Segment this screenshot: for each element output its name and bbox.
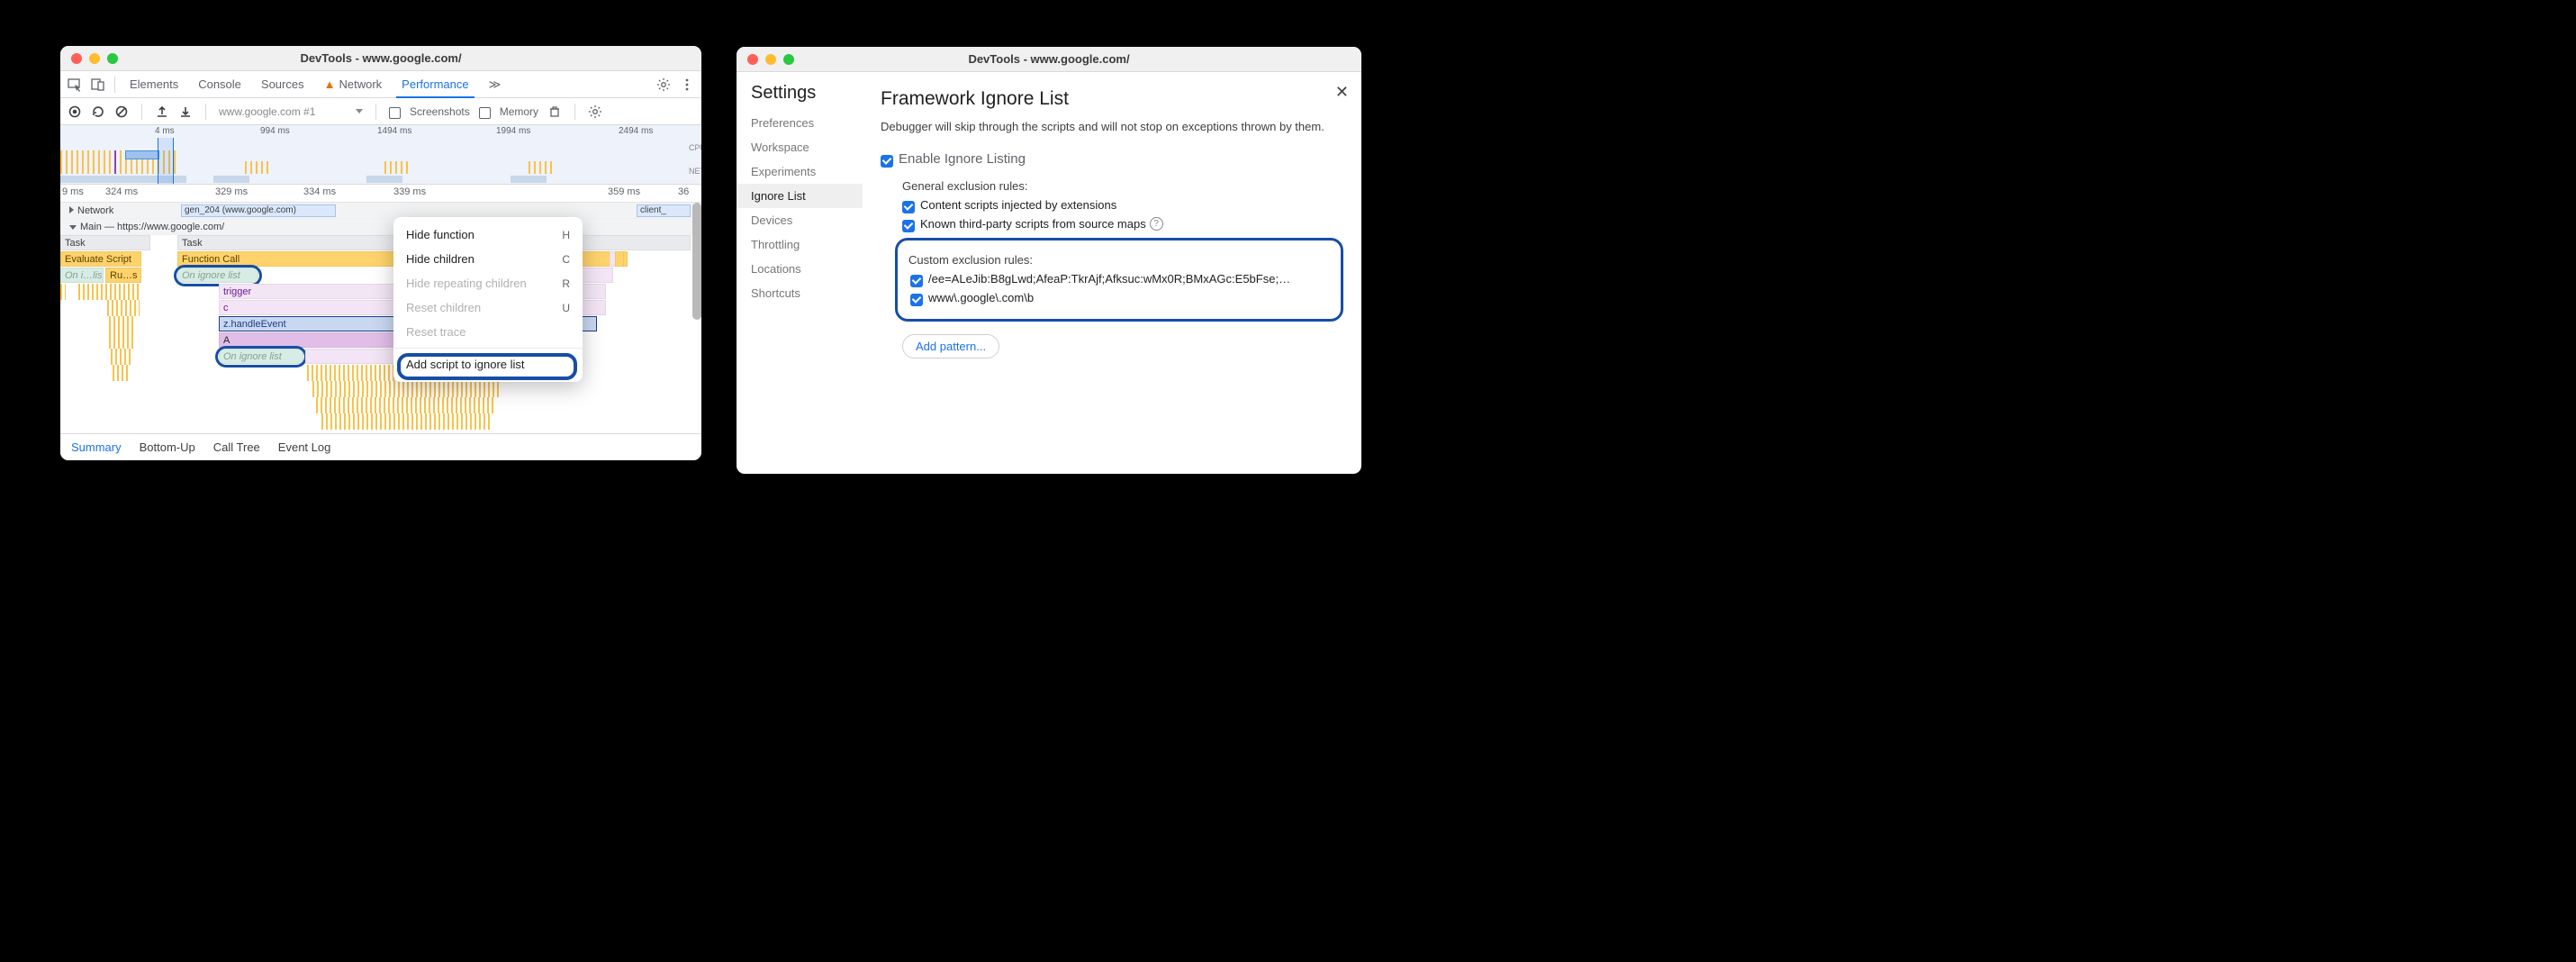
overview-tick: 1994 ms xyxy=(496,126,530,136)
chevron-down-icon xyxy=(356,109,363,113)
content-scripts-label: Content scripts injected by extensions xyxy=(920,198,1116,212)
device-toggle-icon[interactable] xyxy=(91,77,105,92)
tab-console[interactable]: Console xyxy=(193,72,247,96)
settings-heading: Framework Ignore List xyxy=(881,88,1343,110)
detail-ruler: 9 ms 324 ms 329 ms 334 ms 339 ms 359 ms … xyxy=(60,185,701,203)
gc-icon[interactable] xyxy=(547,104,562,119)
main-track-header[interactable]: Main — https://www.google.com/ xyxy=(60,219,701,235)
scrollbar-thumb[interactable] xyxy=(692,203,701,320)
capture-settings-gear-icon[interactable] xyxy=(588,104,602,119)
tab-overflow[interactable]: ≫ xyxy=(484,72,507,97)
custom-rule-2-checkbox[interactable] xyxy=(910,294,923,306)
bottom-tab-bottomup[interactable]: Bottom-Up xyxy=(140,440,195,454)
close-icon[interactable]: ✕ xyxy=(1335,83,1349,102)
flame-ignore[interactable]: On ignore list xyxy=(219,349,303,364)
add-pattern-button[interactable]: Add pattern... xyxy=(902,334,999,358)
download-icon[interactable] xyxy=(178,104,193,119)
memory-checkbox[interactable] xyxy=(479,107,491,119)
flame-ignore[interactable]: On i…list xyxy=(60,268,104,283)
kebab-icon[interactable] xyxy=(680,77,694,92)
third-party-checkbox[interactable] xyxy=(902,220,915,232)
gear-icon[interactable] xyxy=(656,77,671,92)
cm-reset-children: Reset childrenU xyxy=(393,295,583,320)
nav-shortcuts[interactable]: Shortcuts xyxy=(737,281,863,305)
screenshots-checkbox[interactable] xyxy=(389,107,401,119)
window-title: DevTools - www.google.com/ xyxy=(737,52,1361,66)
titlebar: DevTools - www.google.com/ xyxy=(60,46,701,71)
tab-network[interactable]: ▲Network xyxy=(319,72,388,96)
enable-ignore-label: Enable Ignore Listing xyxy=(899,151,1026,167)
inspect-icon[interactable] xyxy=(68,77,82,92)
performance-toolbar: www.google.com #1 Screenshots Memory xyxy=(60,98,701,125)
devtools-main-tabbar: Elements Console Sources ▲Network Perfor… xyxy=(60,71,701,98)
screenshots-label: Screenshots xyxy=(410,105,470,118)
overview-tick: 2494 ms xyxy=(619,126,653,136)
cm-hide-function[interactable]: Hide functionH xyxy=(393,222,583,247)
bottom-tab-summary[interactable]: Summary xyxy=(71,440,122,454)
cm-hide-children[interactable]: Hide childrenC xyxy=(393,247,583,271)
titlebar: DevTools - www.google.com/ xyxy=(737,47,1361,72)
overview-tick: 4 ms xyxy=(155,126,175,136)
network-entry[interactable]: gen_204 (www.google.com) xyxy=(181,204,336,217)
third-party-label: Known third-party scripts from source ma… xyxy=(920,217,1146,231)
nav-locations[interactable]: Locations xyxy=(737,257,863,281)
warning-icon: ▲ xyxy=(324,77,336,91)
nav-workspace[interactable]: Workspace xyxy=(737,135,863,159)
custom-rule-1-checkbox[interactable] xyxy=(910,275,923,287)
devtools-performance-window: DevTools - www.google.com/ Elements Cons… xyxy=(60,46,701,460)
tab-performance[interactable]: Performance xyxy=(396,72,474,98)
reload-icon[interactable] xyxy=(91,104,105,119)
cm-reset-trace: Reset trace xyxy=(393,320,583,344)
nav-ignore-list[interactable]: Ignore List xyxy=(737,184,863,208)
trace-selector[interactable]: www.google.com #1 xyxy=(219,105,363,118)
flame-ignore[interactable]: On ignore list xyxy=(177,268,258,283)
help-icon[interactable]: ? xyxy=(1150,217,1163,231)
tab-elements[interactable]: Elements xyxy=(124,72,184,96)
nav-devices[interactable]: Devices xyxy=(737,208,863,232)
cm-add-ignore[interactable]: Add script to ignore list xyxy=(393,352,583,377)
flame-task[interactable]: Task xyxy=(60,235,150,250)
net-lane-label: NET xyxy=(689,167,701,176)
devtools-settings-window: DevTools - www.google.com/ Settings Pref… xyxy=(737,47,1361,474)
flame-evaluate-script[interactable]: Evaluate Script xyxy=(60,251,141,267)
clear-icon[interactable] xyxy=(114,104,129,119)
flame-chart-area[interactable]: 9 ms 324 ms 329 ms 334 ms 339 ms 359 ms … xyxy=(60,185,701,460)
custom-rule-2-label: www\.google\.com\b xyxy=(928,291,1034,304)
overview-tick: 1494 ms xyxy=(377,126,411,136)
context-menu: Hide functionH Hide childrenC Hide repea… xyxy=(393,217,583,382)
custom-rule-1-label: /ee=ALeJib:B8gLwd;AfeaP:TkrAjf;Afksuc:wM… xyxy=(928,272,1290,286)
nav-experiments[interactable]: Experiments xyxy=(737,159,863,184)
enable-ignore-checkbox[interactable] xyxy=(881,155,893,168)
record-icon[interactable] xyxy=(68,104,82,119)
bottom-tab-eventlog[interactable]: Event Log xyxy=(278,440,331,454)
bottom-tab-calltree[interactable]: Call Tree xyxy=(213,440,260,454)
timeline-overview[interactable]: 4 ms 994 ms 1494 ms 1994 ms 2494 ms CPU … xyxy=(60,125,701,185)
performance-bottom-tabs: Summary Bottom-Up Call Tree Event Log xyxy=(60,433,701,460)
window-title: DevTools - www.google.com/ xyxy=(60,51,701,65)
cm-hide-repeating: Hide repeating childrenR xyxy=(393,271,583,295)
settings-description: Debugger will skip through the scripts a… xyxy=(881,119,1343,135)
cpu-lane-label: CPU xyxy=(689,143,701,152)
memory-label: Memory xyxy=(500,105,538,118)
network-track-header[interactable]: Network gen_204 (www.google.com) client_ xyxy=(60,203,701,219)
overview-tick: 994 ms xyxy=(260,126,290,136)
custom-rules-label: Custom exclusion rules: xyxy=(908,253,1328,267)
flame-run[interactable]: Ru…s xyxy=(105,268,141,283)
nav-preferences[interactable]: Preferences xyxy=(737,111,863,135)
settings-title: Settings xyxy=(737,83,863,111)
upload-icon[interactable] xyxy=(155,104,169,119)
general-rules-label: General exclusion rules: xyxy=(902,179,1343,193)
nav-throttling[interactable]: Throttling xyxy=(737,232,863,257)
tab-sources[interactable]: Sources xyxy=(256,72,310,96)
custom-rules-highlight-box: Custom exclusion rules: /ee=ALeJib:B8gLw… xyxy=(895,238,1343,322)
content-scripts-checkbox[interactable] xyxy=(902,201,915,213)
network-entry[interactable]: client_ xyxy=(637,204,691,217)
